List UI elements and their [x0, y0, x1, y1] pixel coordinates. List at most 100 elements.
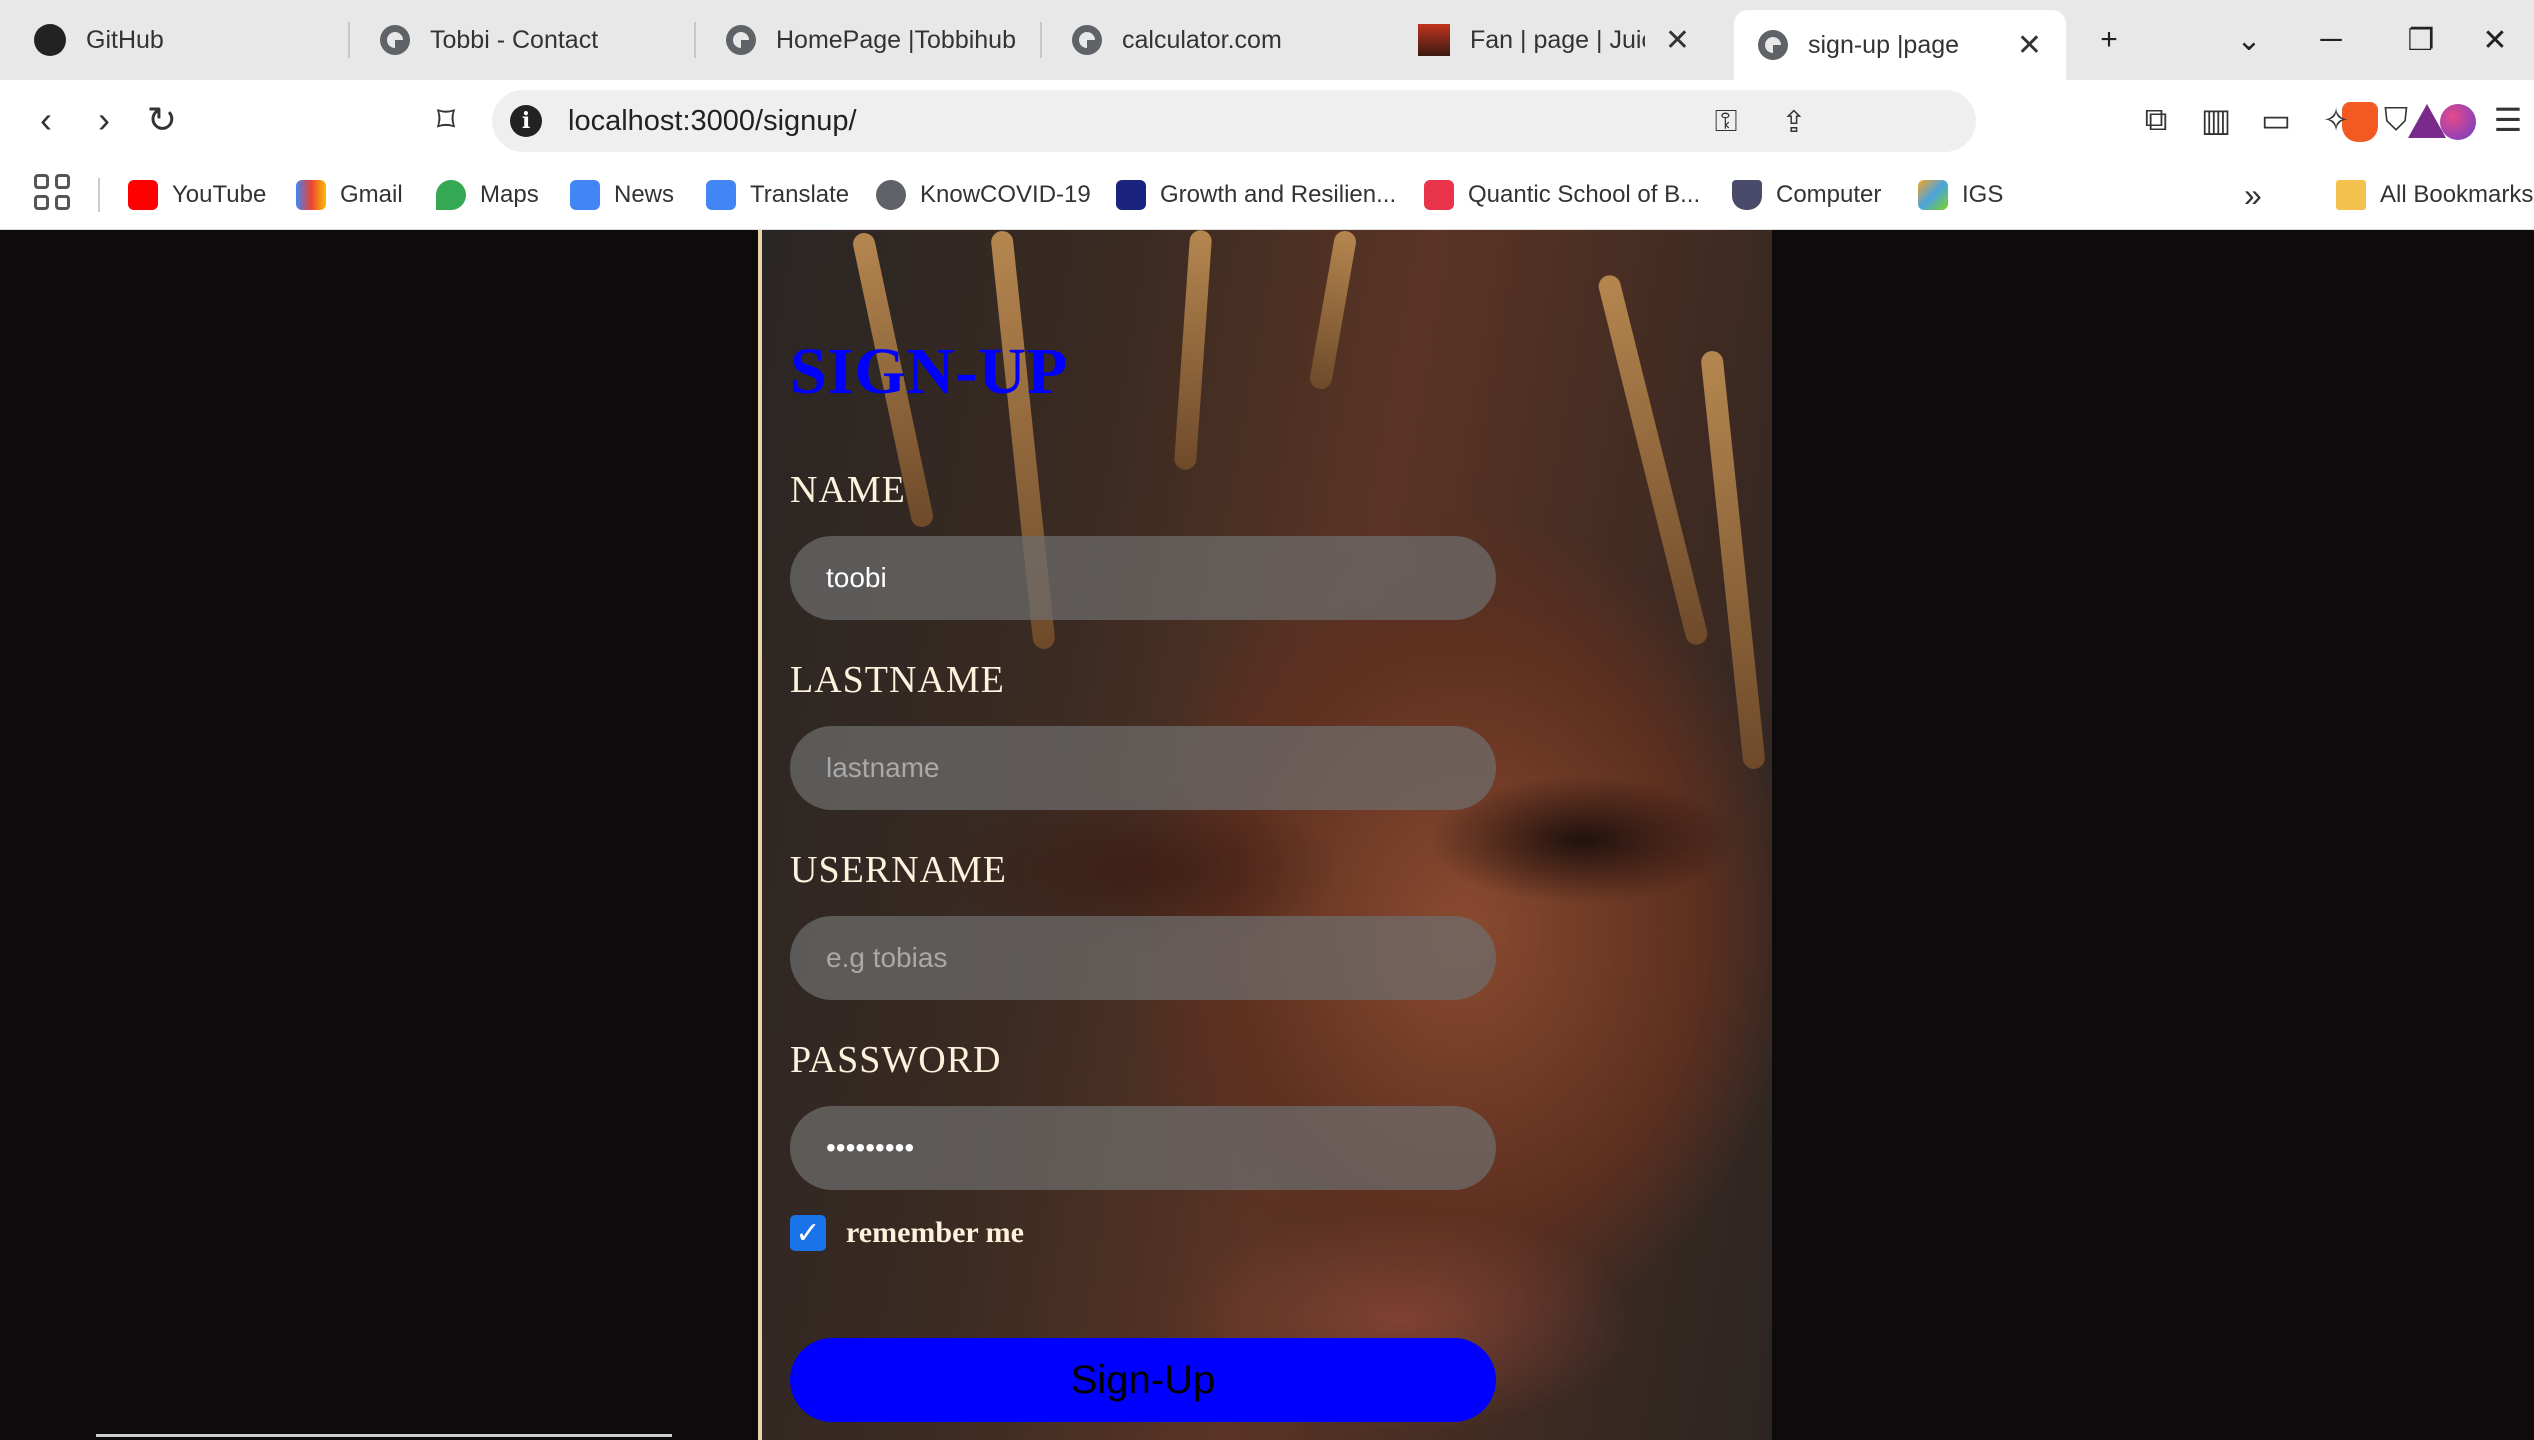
bookmark-label: Gmail [340, 181, 403, 208]
tab-title: sign-up |page [1808, 30, 1960, 59]
remember-me-label[interactable]: remember me [846, 1216, 1024, 1250]
bookmark-label: News [614, 181, 675, 208]
page-title: SIGN-UP [790, 335, 1069, 408]
username-input[interactable] [790, 916, 1496, 1000]
remember-me-checkbox[interactable]: ✓ [790, 1215, 826, 1251]
bookmark-label: All Bookmarks [2380, 181, 2534, 208]
background-photo-detail [1596, 272, 1710, 648]
bookmark-computer[interactable]: Computer [1732, 172, 1881, 218]
tab-calculator[interactable]: calculator.com [1048, 8, 1388, 72]
bookmark-news[interactable]: News [570, 172, 674, 218]
bookmark-label: Growth and Resilien... [1160, 181, 1397, 208]
sidebar-icon[interactable]: ▥ [2190, 94, 2242, 146]
minimize-button[interactable]: ─ [2286, 0, 2376, 80]
tab-title: Fan | page | Juice-W [1470, 25, 1645, 54]
bookmark-youtube[interactable]: YouTube [128, 172, 266, 218]
signup-button[interactable]: Sign-Up [790, 1338, 1496, 1422]
tab-title: GitHub [86, 25, 164, 54]
address-bar[interactable]: i localhost:3000/signup/ ⚿ ⇪ [492, 90, 2446, 152]
signup-panel: SIGN-UP NAME LASTNAME USERNAME PASSWORD … [758, 230, 1772, 1440]
background-photo-detail [1700, 350, 1766, 770]
restore-icon: ❐ [2407, 23, 2435, 57]
close-window-button[interactable]: ✕ [2456, 0, 2534, 80]
divider [96, 1434, 672, 1437]
share-icon[interactable]: ⇪ [1774, 102, 1814, 142]
bookmark-icon: ⌑ [436, 99, 456, 140]
vpn-shield-icon[interactable]: ⛉ [2370, 94, 2422, 146]
key-icon[interactable]: ⚿ [1706, 102, 1746, 142]
bookmark-label: IGS [1962, 181, 2004, 208]
globe-icon [876, 180, 906, 210]
bookmark-quantic[interactable]: Quantic School of B... [1424, 172, 1700, 218]
password-input[interactable] [790, 1106, 1496, 1190]
close-icon[interactable]: ✕ [2017, 28, 2042, 63]
globe-icon [1758, 30, 1788, 60]
globe-icon [380, 25, 410, 55]
extensions-icon[interactable]: ⧉ [2130, 94, 2182, 146]
github-icon [34, 24, 66, 56]
tab-list-button[interactable]: ⌄ [2204, 0, 2294, 80]
reload-button[interactable]: ↻ [136, 94, 188, 146]
quantic-icon [1424, 180, 1454, 210]
info-icon[interactable]: i [510, 105, 542, 137]
back-button[interactable]: ‹ [20, 94, 72, 146]
gmail-icon [296, 180, 326, 210]
forward-button[interactable]: › [78, 94, 130, 146]
maps-pin-icon [436, 180, 466, 210]
youtube-icon [128, 180, 158, 210]
checkmark-icon: ✓ [795, 1216, 821, 1250]
background-photo-detail [1173, 230, 1213, 471]
bookmark-maps[interactable]: Maps [436, 172, 539, 218]
tab-title: Tobbi - Contact [430, 25, 599, 54]
bookmark-label: Maps [480, 181, 539, 208]
bookmark-growth[interactable]: Growth and Resilien... [1116, 172, 1396, 218]
close-icon[interactable]: ✕ [1665, 23, 1690, 58]
site-icon [1418, 24, 1450, 56]
tab-tobbi-contact[interactable]: Tobbi - Contact [356, 8, 696, 72]
tab-title: calculator.com [1122, 25, 1282, 54]
bookmarks-overflow-button[interactable]: » [2244, 172, 2262, 218]
igs-icon [1918, 180, 1948, 210]
plus-icon: + [2100, 23, 2118, 56]
lastname-input[interactable] [790, 726, 1496, 810]
reload-icon: ↻ [146, 99, 178, 140]
news-icon [570, 180, 600, 210]
profile-avatar[interactable] [2440, 104, 2476, 140]
chevron-right-icon: › [98, 99, 110, 140]
chevron-left-icon: ‹ [40, 99, 52, 140]
bookmark-translate[interactable]: Translate [706, 172, 849, 218]
minimize-icon: ─ [2320, 23, 2342, 56]
bookmark-label: Quantic School of B... [1468, 181, 1701, 208]
tab-homepage[interactable]: HomePage |Tobbihub [702, 8, 1042, 72]
tab-github[interactable]: GitHub [10, 8, 350, 72]
restore-button[interactable]: ❐ [2376, 0, 2466, 80]
bookmark-igs[interactable]: IGS [1918, 172, 2003, 218]
background-photo-detail [1308, 230, 1358, 391]
bookmark-label: Computer [1776, 181, 1882, 208]
tab-fan-page[interactable]: Fan | page | Juice-W ✕ [1394, 8, 1714, 72]
lastname-label: LASTNAME [790, 659, 1005, 701]
all-bookmarks-button[interactable]: All Bookmarks [2336, 172, 2533, 218]
new-tab-button[interactable]: + [2064, 0, 2154, 80]
url-text[interactable]: localhost:3000/signup/ [568, 105, 857, 138]
bookmark-button[interactable]: ⌑ [420, 94, 472, 146]
double-chevron-icon: » [2244, 176, 2262, 213]
globe-icon [1072, 25, 1102, 55]
wallet-icon[interactable]: ▭ [2250, 94, 2302, 146]
tab-separator [348, 22, 350, 58]
name-input[interactable] [790, 536, 1496, 620]
remember-me-row: ✓ remember me [790, 1215, 1024, 1251]
bookmark-label: KnowCOVID-19 [920, 181, 1091, 208]
leo-ai-icon[interactable]: ✧ [2310, 94, 2362, 146]
globe-icon [726, 25, 756, 55]
bookmark-label: YouTube [172, 181, 267, 208]
menu-icon[interactable]: ☰ [2482, 94, 2534, 146]
username-label: USERNAME [790, 849, 1008, 891]
tab-separator [1040, 22, 1042, 58]
bookmark-label: Translate [750, 181, 850, 208]
bookmark-knowcovid[interactable]: KnowCOVID-19 [876, 172, 1091, 218]
folder-icon [2336, 180, 2366, 210]
apps-icon[interactable] [34, 174, 70, 210]
bookmark-gmail[interactable]: Gmail [296, 172, 403, 218]
tab-signup[interactable]: sign-up |page ✕ [1734, 10, 2066, 80]
